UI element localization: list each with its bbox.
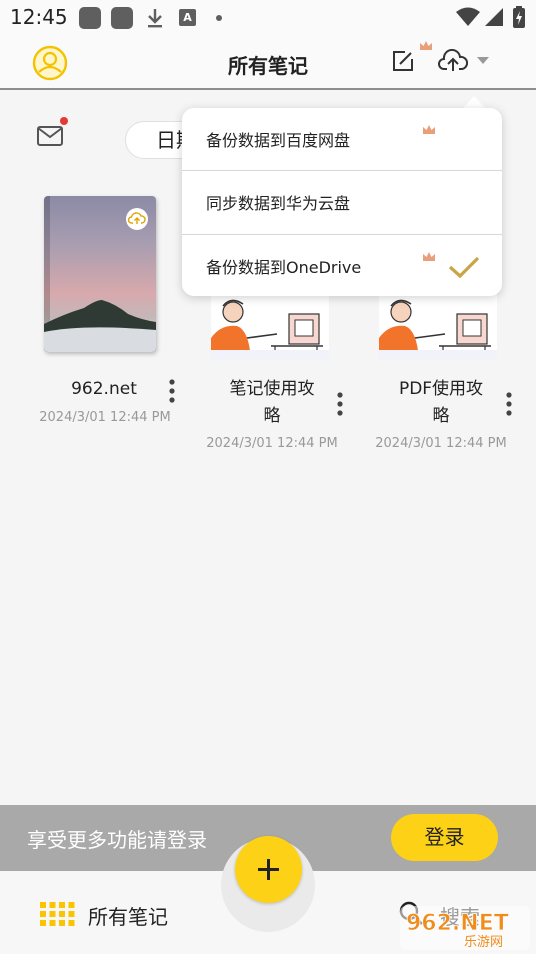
cloud-upload-icon[interactable] [438,49,468,73]
notes-screen: 12:45 A 所有笔记 日期 962.net 2024/3/01 12:44 … [0,0,536,954]
signal-icon [485,8,503,26]
mail-icon[interactable] [37,126,63,146]
battery-charging-icon [513,6,525,28]
note-date: 2024/3/01 12:44 PM [375,436,507,451]
note-title[interactable]: 笔记使用攻 略 [218,376,326,430]
login-prompt-text: 享受更多功能请登录 [27,828,207,852]
cloud-backup-menu: 备份数据到百度网盘 同步数据到华为云盘 备份数据到OneDrive [182,108,502,296]
status-bar: 12:45 A [0,0,536,36]
status-time: 12:45 [10,5,68,29]
svg-text:962.NET: 962.NET [406,911,509,936]
crown-icon [423,125,435,134]
chevron-down-icon[interactable] [476,56,490,65]
menu-item-baidu[interactable]: 备份数据到百度网盘 [182,108,502,170]
check-icon [448,256,480,279]
note-thumbnail[interactable] [211,294,329,360]
crown-icon [420,41,432,50]
note-date: 2024/3/01 12:44 PM [206,436,338,451]
menu-item-label: 同步数据到华为云盘 [206,194,351,213]
more-vertical-icon[interactable] [336,391,344,417]
cloud-sync-icon [126,208,148,230]
note-title-line: 笔记使用攻 [229,379,315,399]
menu-item-label: 备份数据到百度网盘 [206,131,351,150]
site-watermark-logo: 962.NET 乐游网 [400,906,530,950]
app-header: 所有笔记 [0,36,536,90]
note-title[interactable]: 962.net [44,376,164,403]
note-title-line: 略 [432,406,450,426]
edit-note-icon[interactable] [392,50,414,72]
notification-app-icon [111,7,133,29]
login-button[interactable]: 登录 [391,814,498,861]
grid-icon[interactable] [40,902,75,926]
nav-all-notes-label[interactable]: 所有笔记 [88,901,168,930]
menu-item-huawei[interactable]: 同步数据到华为云盘 [182,171,502,233]
download-icon [148,9,162,28]
more-notifications-icon [216,15,222,21]
note-title[interactable]: PDF使用攻 略 [386,376,496,430]
more-vertical-icon[interactable] [505,391,513,417]
note-date: 2024/3/01 12:44 PM [39,410,171,425]
note-thumbnail[interactable] [379,294,497,360]
add-note-button[interactable] [235,836,302,903]
keyboard-a-icon: A [179,9,196,26]
note-title-line: 略 [263,406,281,426]
svg-text:乐游网: 乐游网 [464,935,503,950]
notification-badge [60,117,68,125]
note-title-line: PDF使用攻 [398,379,484,399]
plus-icon [267,859,270,880]
wifi-icon [456,7,480,26]
notification-app-icon [79,7,101,29]
menu-item-onedrive[interactable]: 备份数据到OneDrive [182,235,502,297]
crown-icon [423,252,435,261]
more-vertical-icon[interactable] [168,378,176,404]
menu-item-label: 备份数据到OneDrive [206,258,362,277]
